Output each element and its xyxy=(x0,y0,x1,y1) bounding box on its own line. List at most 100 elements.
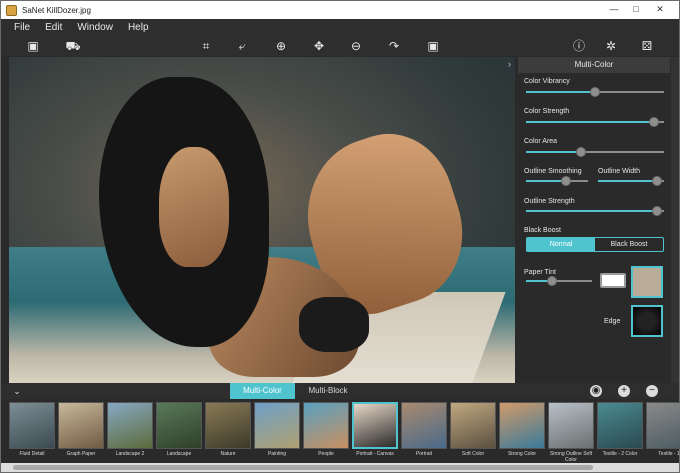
preset-thumbnail[interactable]: Portrait xyxy=(401,402,447,460)
menu-file[interactable]: File xyxy=(14,22,30,33)
slider-thumb[interactable] xyxy=(590,87,600,97)
preset-thumbnail[interactable]: Landscape xyxy=(156,402,202,460)
filmstrip-scrollbar[interactable] xyxy=(1,463,679,472)
preset-image xyxy=(646,402,680,449)
normal-option[interactable]: Normal xyxy=(527,238,595,251)
preset-thumbnail[interactable]: Portrait - Canvas xyxy=(352,402,398,460)
minimize-button[interactable]: — xyxy=(607,4,621,15)
title-bar: SaNet KillDozer.jpg — □ ✕ xyxy=(1,1,679,19)
palette-icon[interactable]: ◉ xyxy=(590,385,602,397)
outline-strength-slider[interactable] xyxy=(526,206,664,216)
scanner-icon[interactable]: ⛟ xyxy=(65,38,81,54)
move-icon[interactable]: ✥ xyxy=(311,38,327,54)
edge-label: Edge xyxy=(604,318,621,325)
collapse-filmstrip-icon[interactable]: ⌄ xyxy=(11,383,23,399)
preset-thumbnail[interactable]: Painting xyxy=(254,402,300,460)
preset-image xyxy=(548,402,594,449)
preset-image xyxy=(352,402,398,449)
tab-multi-block[interactable]: Multi-Block xyxy=(297,383,359,399)
outline-width-label: Outline Width xyxy=(598,168,641,175)
slider-thumb[interactable] xyxy=(576,147,587,157)
preset-image xyxy=(205,402,251,449)
add-preset-icon[interactable]: + xyxy=(618,385,630,397)
preset-thumbnail[interactable]: Strong Outline Soft Color xyxy=(548,402,594,463)
outline-smoothing-slider[interactable] xyxy=(526,176,588,186)
color-area-slider[interactable] xyxy=(526,147,664,157)
preset-image xyxy=(450,402,496,449)
paper-texture-swatch[interactable] xyxy=(631,266,663,298)
preset-label: Portrait - Canvas xyxy=(356,451,394,457)
zoom-out-icon[interactable]: ⊖ xyxy=(348,38,364,54)
preset-label: Strong Color xyxy=(507,451,537,457)
preset-image xyxy=(303,402,349,449)
collapse-panel-icon[interactable]: › xyxy=(508,59,511,69)
close-button[interactable]: ✕ xyxy=(653,4,667,15)
preset-thumbnail[interactable]: Strong Color xyxy=(499,402,545,460)
preset-image xyxy=(597,402,643,449)
preset-label: Graph Paper xyxy=(66,451,96,457)
scrollbar-thumb[interactable] xyxy=(13,465,593,470)
bottom-tab-bar: ⌄ Multi-Color Multi-Block ◉ + − xyxy=(1,383,679,399)
app-window: SaNet KillDozer.jpg — □ ✕ File Edit Wind… xyxy=(0,0,680,473)
preset-label: Soft Color xyxy=(461,451,485,457)
tab-multi-color[interactable]: Multi-Color xyxy=(230,383,295,399)
paper-tint-slider[interactable] xyxy=(526,276,592,286)
preset-label: Fluid Detail xyxy=(19,451,45,457)
undo-icon[interactable]: ⤶ xyxy=(234,38,250,54)
settings-panel: Multi-Color Color Vibrancy Color Strengt… xyxy=(518,57,670,383)
redo-icon[interactable]: ↷ xyxy=(386,38,402,54)
preset-thumbnail[interactable]: People xyxy=(303,402,349,460)
color-strength-label: Color Strength xyxy=(524,108,570,115)
slider-thumb[interactable] xyxy=(652,176,663,186)
preset-thumbnail[interactable]: Graph Paper xyxy=(58,402,104,460)
edge-texture-swatch[interactable] xyxy=(631,305,663,337)
panel-scrollbar[interactable] xyxy=(671,57,679,383)
slider-thumb[interactable] xyxy=(547,276,558,286)
preset-label: Nature xyxy=(220,451,236,457)
outline-smoothing-label: Outline Smoothing xyxy=(524,168,582,175)
random-dice-icon[interactable]: ⚄ xyxy=(639,38,655,54)
preset-label: Painting xyxy=(267,451,287,457)
color-strength-slider[interactable] xyxy=(526,117,664,127)
preset-label: Textile - 1 xyxy=(658,451,680,457)
outline-strength-label: Outline Strength xyxy=(524,198,575,205)
color-vibrancy-label: Color Vibrancy xyxy=(524,78,570,85)
remove-preset-icon[interactable]: − xyxy=(646,385,658,397)
maximize-button[interactable]: □ xyxy=(629,4,643,15)
preset-image xyxy=(401,402,447,449)
preset-image xyxy=(107,402,153,449)
menu-window[interactable]: Window xyxy=(77,22,113,33)
slider-thumb[interactable] xyxy=(652,206,663,216)
preset-image xyxy=(58,402,104,449)
zoom-in-icon[interactable]: ⊕ xyxy=(273,38,289,54)
slider-thumb[interactable] xyxy=(561,176,572,186)
color-vibrancy-slider[interactable] xyxy=(526,87,664,97)
preset-thumbnail[interactable]: Soft Color xyxy=(450,402,496,460)
preset-thumbnail[interactable]: Landscape 2 xyxy=(107,402,153,460)
image-frame-icon[interactable]: ▣ xyxy=(25,38,41,54)
info-icon[interactable]: ⓘ xyxy=(571,38,587,54)
paper-tint-label: Paper Tint xyxy=(524,269,556,276)
crop-icon[interactable]: ⌗ xyxy=(198,38,214,54)
preset-label: Strong Outline Soft Color xyxy=(549,451,593,463)
preset-thumbnail[interactable]: Fluid Detail xyxy=(9,402,55,460)
preset-thumbnail[interactable]: Nature xyxy=(205,402,251,460)
preset-image xyxy=(156,402,202,449)
slider-thumb[interactable] xyxy=(649,117,660,127)
preset-thumbnail[interactable]: Textile - 2 Color xyxy=(597,402,643,460)
menu-edit[interactable]: Edit xyxy=(45,22,62,33)
preset-label: Textile - 2 Color xyxy=(602,451,638,457)
color-area-label: Color Area xyxy=(524,138,558,145)
settings-icon[interactable]: ✲ xyxy=(603,38,619,54)
preset-label: People xyxy=(318,451,334,457)
image-canvas[interactable] xyxy=(9,57,515,383)
fit-screen-icon[interactable]: ▣ xyxy=(425,38,441,54)
app-icon xyxy=(6,4,17,16)
outline-width-slider[interactable] xyxy=(598,176,664,186)
preset-label: Portrait xyxy=(415,451,433,457)
paper-tint-color-swatch[interactable] xyxy=(600,273,626,288)
black-boost-option[interactable]: Black Boost xyxy=(595,238,663,251)
preset-thumbnail[interactable]: Textile - 1 xyxy=(646,402,680,460)
window-title: SaNet KillDozer.jpg xyxy=(22,5,91,15)
menu-help[interactable]: Help xyxy=(128,22,149,33)
